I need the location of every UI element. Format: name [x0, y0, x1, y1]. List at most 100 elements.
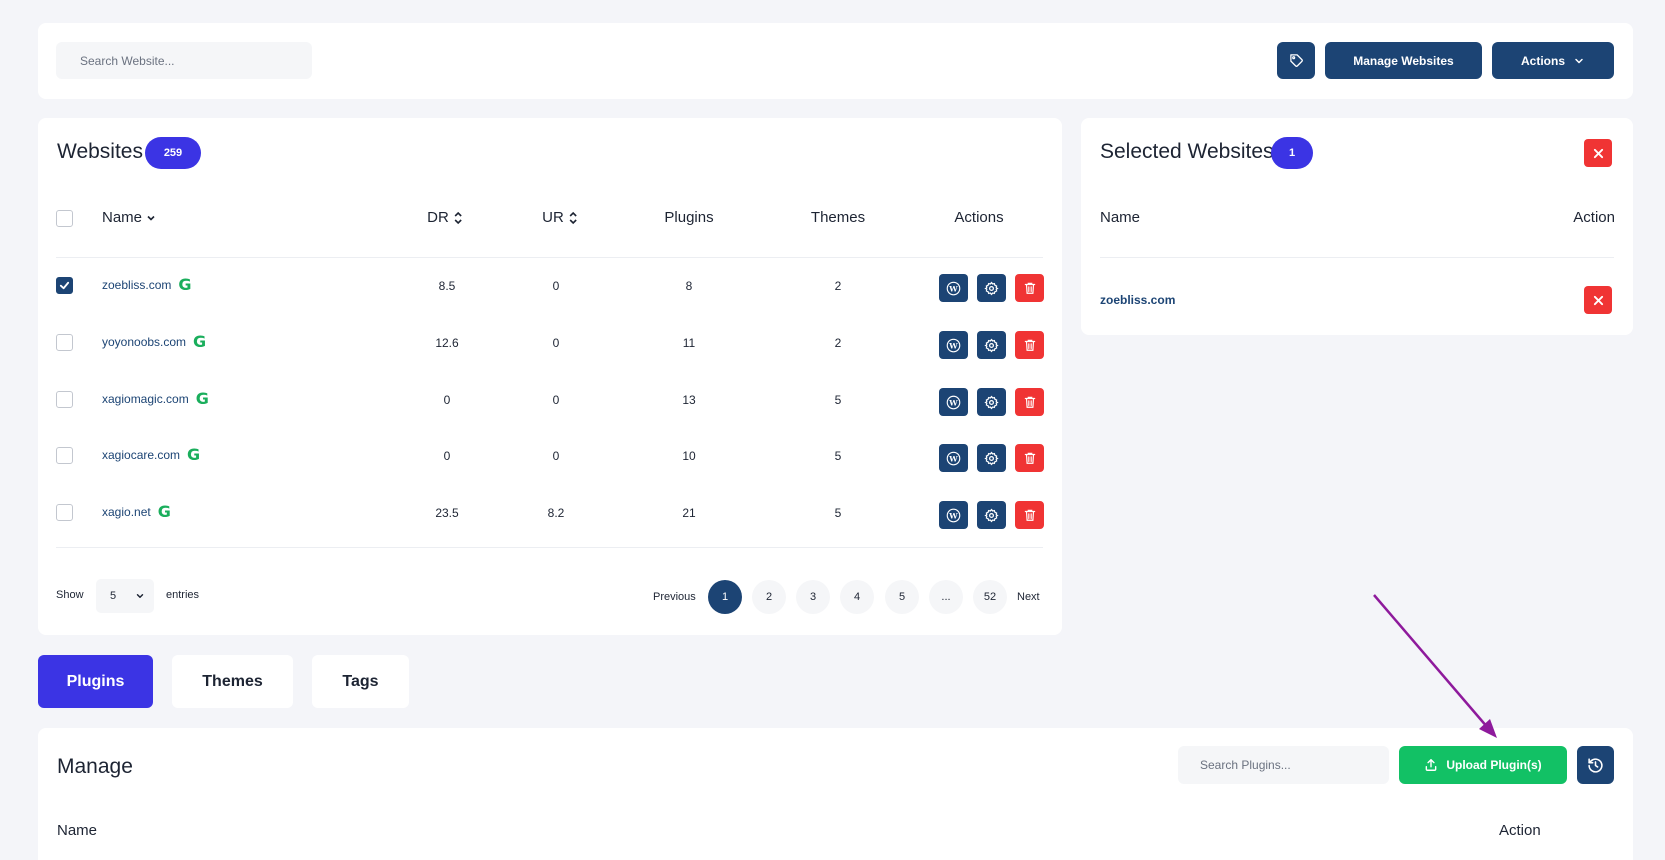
table-row: xagio.net G 23.5 8.2 21 5 W — [38, 484, 1062, 541]
cell-dr: 0 — [443, 393, 451, 407]
website-link[interactable]: xagio.net G — [102, 502, 171, 521]
selected-column-action: Action — [1573, 209, 1615, 226]
gear-icon — [984, 451, 999, 465]
wordpress-login-button[interactable]: W — [939, 501, 968, 529]
tag-button[interactable] — [1277, 42, 1315, 79]
pagination-next[interactable]: Next — [1017, 591, 1040, 603]
cell-themes: 2 — [834, 336, 842, 350]
delete-website-button[interactable] — [1015, 388, 1044, 416]
delete-website-button[interactable] — [1015, 444, 1044, 472]
pagination-page[interactable]: 5 — [885, 580, 919, 614]
cell-ur: 0 — [552, 449, 560, 463]
column-header-ur[interactable]: UR — [542, 209, 578, 226]
website-settings-button[interactable] — [977, 501, 1006, 529]
chevron-down-icon — [136, 594, 144, 598]
gear-icon — [984, 508, 999, 522]
tab-themes[interactable]: Themes — [172, 655, 293, 708]
websites-title: Websites — [57, 140, 143, 163]
gear-icon — [984, 338, 999, 352]
tab-plugins[interactable]: Plugins — [38, 655, 153, 708]
website-link[interactable]: yoyonoobs.com G — [102, 332, 206, 351]
entries-select[interactable]: 5 — [96, 579, 154, 613]
wordpress-login-button[interactable]: W — [939, 388, 968, 416]
sort-icon — [454, 211, 462, 224]
row-checkbox[interactable] — [56, 391, 73, 408]
delete-website-button[interactable] — [1015, 274, 1044, 302]
close-icon — [1593, 295, 1603, 305]
row-checkbox[interactable] — [56, 277, 73, 294]
cell-themes: 5 — [834, 449, 842, 463]
website-link[interactable]: xagiomagic.com G — [102, 389, 209, 408]
pagination-page[interactable]: 4 — [840, 580, 874, 614]
entries-label: entries — [166, 589, 200, 601]
column-header-themes: Themes — [810, 209, 866, 226]
row-checkbox[interactable] — [56, 447, 73, 464]
column-header-actions: Actions — [954, 209, 1004, 226]
history-icon — [1588, 757, 1603, 773]
table-row: zoebliss.com G 8.5 0 8 2 W — [38, 257, 1062, 314]
wordpress-icon: W — [946, 281, 961, 295]
select-all-checkbox[interactable] — [56, 210, 73, 227]
search-plugins-input[interactable] — [1178, 746, 1389, 784]
tab-tags[interactable]: Tags — [312, 655, 409, 708]
pagination-page[interactable]: 3 — [796, 580, 830, 614]
website-link[interactable]: xagiocare.com G — [102, 445, 200, 464]
website-settings-button[interactable] — [977, 388, 1006, 416]
actions-dropdown-button[interactable]: Actions — [1492, 42, 1614, 79]
selected-site-link[interactable]: zoebliss.com — [1100, 293, 1175, 307]
trash-icon — [1024, 396, 1035, 408]
wordpress-login-button[interactable]: W — [939, 444, 968, 472]
upload-icon — [1425, 759, 1437, 771]
cell-ur: 8.2 — [547, 506, 565, 520]
pagination-page[interactable]: 52 — [973, 580, 1007, 614]
manage-websites-button[interactable]: Manage Websites — [1325, 42, 1482, 79]
pagination-previous[interactable]: Previous — [653, 591, 696, 603]
manage-card: Manage Upload Plugin(s) Name Action — [38, 728, 1633, 860]
svg-text:W: W — [948, 284, 958, 293]
website-link[interactable]: zoebliss.com G — [102, 275, 192, 294]
column-header-dr[interactable]: DR — [427, 209, 463, 226]
svg-text:W: W — [948, 454, 958, 463]
trash-icon — [1024, 282, 1035, 294]
table-bottom-divider — [56, 547, 1043, 548]
website-settings-button[interactable] — [977, 444, 1006, 472]
cell-ur: 0 — [552, 336, 560, 350]
column-header-plugins: Plugins — [664, 209, 714, 226]
cell-plugins: 8 — [685, 279, 693, 293]
row-checkbox[interactable] — [56, 334, 73, 351]
search-website-input[interactable] — [56, 42, 312, 79]
svg-text:W: W — [948, 398, 958, 407]
website-name: xagio.net — [102, 504, 151, 519]
trash-icon — [1024, 452, 1035, 464]
pagination-page[interactable]: ... — [929, 580, 963, 614]
delete-website-button[interactable] — [1015, 501, 1044, 529]
delete-website-button[interactable] — [1015, 331, 1044, 359]
row-checkbox[interactable] — [56, 504, 73, 521]
cell-dr: 12.6 — [435, 336, 459, 350]
show-label: Show — [56, 589, 84, 601]
cell-themes: 5 — [834, 393, 842, 407]
sort-icon — [569, 211, 577, 224]
wordpress-login-button[interactable]: W — [939, 274, 968, 302]
website-name: xagiomagic.com — [102, 391, 189, 406]
checkmark-icon — [59, 281, 70, 290]
upload-plugins-label: Upload Plugin(s) — [1446, 758, 1542, 772]
clear-selected-button[interactable] — [1584, 139, 1612, 167]
manage-column-action: Action — [1499, 822, 1541, 839]
cell-plugins: 11 — [682, 336, 696, 350]
gear-icon — [984, 395, 999, 409]
cell-themes: 5 — [834, 506, 842, 520]
wordpress-icon: W — [946, 451, 961, 465]
remove-selected-site-button[interactable] — [1584, 286, 1612, 314]
pagination-page[interactable]: 2 — [752, 580, 786, 614]
wordpress-login-button[interactable]: W — [939, 331, 968, 359]
pagination-page[interactable]: 1 — [708, 580, 742, 614]
website-name: zoebliss.com — [102, 277, 172, 292]
column-header-name[interactable]: Name — [102, 209, 156, 226]
website-settings-button[interactable] — [977, 274, 1006, 302]
upload-plugins-button[interactable]: Upload Plugin(s) — [1399, 746, 1567, 784]
tag-icon — [1289, 54, 1303, 67]
history-button[interactable] — [1577, 746, 1614, 784]
website-settings-button[interactable] — [977, 331, 1006, 359]
table-row: yoyonoobs.com G 12.6 0 11 2 W — [38, 314, 1062, 371]
